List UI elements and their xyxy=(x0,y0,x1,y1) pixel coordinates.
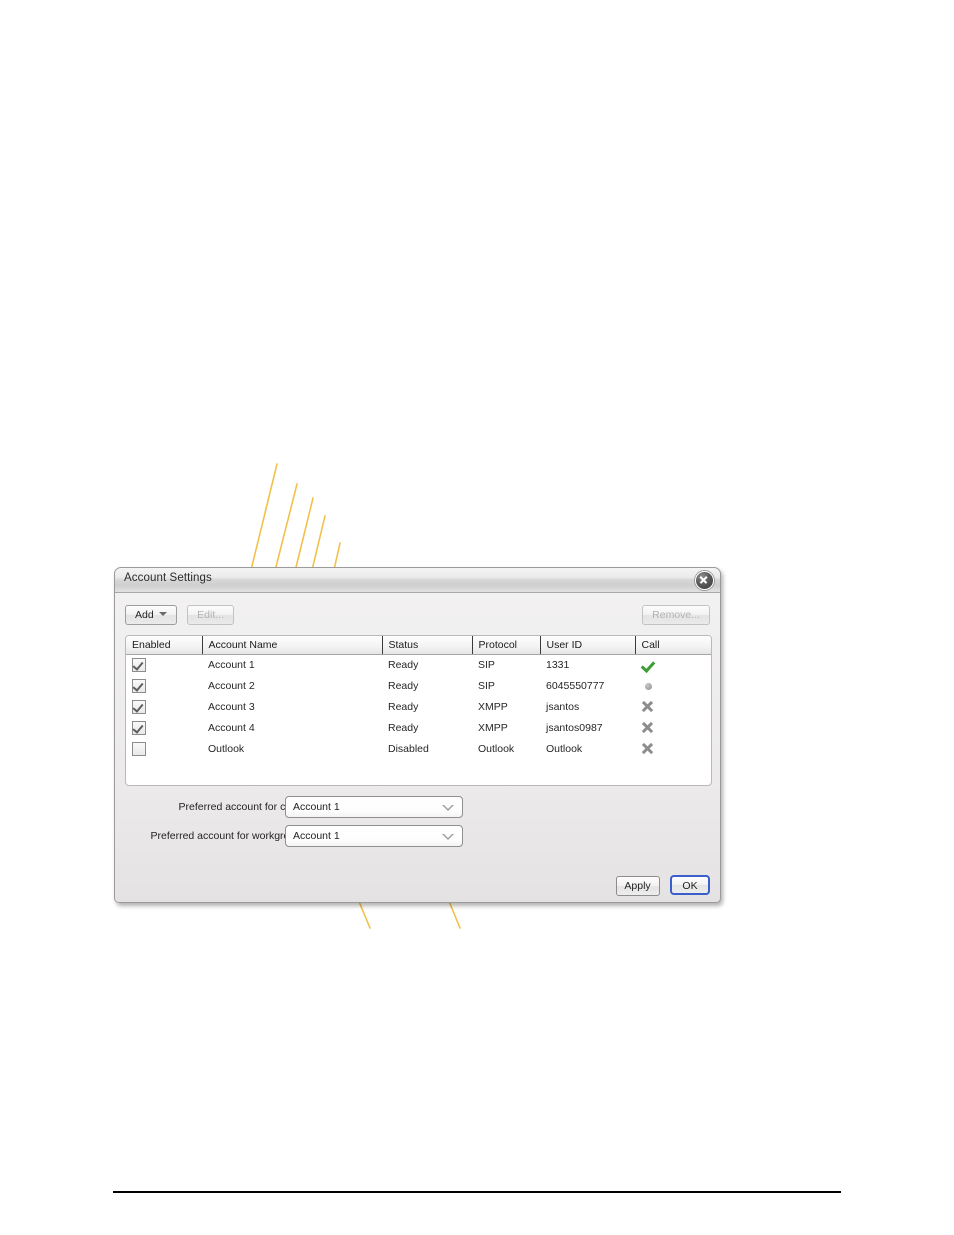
cell-protocol: SIP xyxy=(478,679,495,692)
chevron-down-icon xyxy=(442,834,454,840)
column-header-status[interactable]: Status xyxy=(382,636,473,655)
cell-account-name: Account 3 xyxy=(208,700,255,713)
dialog-body: Add Edit... Remove... Enabled Account Na… xyxy=(115,593,720,902)
preferred-account-for-calls-select[interactable]: Account 1 xyxy=(285,796,463,818)
preferred-account-for-calls-row: Preferred account for calls: Account 1 xyxy=(125,796,712,819)
dialog-footer: Apply OK xyxy=(615,875,710,896)
cell-user-id: Outlook xyxy=(546,742,583,755)
edit-button[interactable]: Edit... xyxy=(187,605,234,625)
preferred-account-for-workgroup-value: Account 1 xyxy=(293,830,340,842)
preferred-account-for-calls-value: Account 1 xyxy=(293,801,340,813)
table-row[interactable]: Outlook Disabled Outlook Outlook xyxy=(126,738,711,759)
preferred-account-for-workgroup-label: Preferred account for workgroup: xyxy=(150,830,305,842)
column-header-protocol[interactable]: Protocol xyxy=(472,636,541,655)
cell-enabled xyxy=(126,675,202,696)
ok-button[interactable]: OK xyxy=(670,875,710,895)
enabled-checkbox[interactable] xyxy=(132,657,146,672)
cell-enabled xyxy=(126,696,202,717)
enabled-checkbox[interactable] xyxy=(132,678,146,693)
cell-status: Ready xyxy=(388,700,419,713)
cell-enabled xyxy=(126,654,202,675)
cell-user-id: jsantos xyxy=(546,700,580,713)
dialog-titlebar: Account Settings xyxy=(115,568,720,593)
cell-enabled xyxy=(126,717,202,738)
cell-enabled xyxy=(126,738,202,759)
cell-status: Disabled xyxy=(388,742,429,755)
chevron-down-icon xyxy=(442,805,454,811)
add-button-label: Add xyxy=(135,609,154,621)
cell-account-name: Account 1 xyxy=(208,658,255,671)
cell-call xyxy=(635,717,711,738)
gray-x-icon[interactable] xyxy=(641,721,655,735)
column-header-call[interactable]: Call xyxy=(635,636,711,655)
table-row[interactable]: Account 3 Ready XMPP jsantos xyxy=(126,696,711,717)
cell-call xyxy=(635,738,711,759)
table-row[interactable]: Account 4 Ready XMPP jsantos0987 xyxy=(126,717,711,738)
enabled-checkbox[interactable] xyxy=(132,741,146,756)
close-icon[interactable] xyxy=(695,571,714,590)
green-check-icon[interactable] xyxy=(641,658,655,672)
preferred-account-for-workgroup-row: Preferred account for workgroup: Account… xyxy=(125,825,712,848)
accounts-table: Enabled Account Name Status Protocol Use… xyxy=(126,636,711,759)
table-header-row: Enabled Account Name Status Protocol Use… xyxy=(126,636,711,655)
preferred-account-for-workgroup-select[interactable]: Account 1 xyxy=(285,825,463,847)
apply-button[interactable]: Apply xyxy=(615,876,660,896)
cell-protocol: Outlook xyxy=(478,742,515,755)
chevron-down-icon xyxy=(158,612,167,617)
column-header-user-id[interactable]: User ID xyxy=(540,636,636,655)
cell-account-name: Account 2 xyxy=(208,679,255,692)
cell-user-id: jsantos0987 xyxy=(546,721,603,734)
gray-x-icon[interactable] xyxy=(641,742,655,756)
enabled-checkbox[interactable] xyxy=(132,720,146,735)
cell-user-id: 6045550777 xyxy=(546,679,605,692)
account-settings-dialog: Account Settings Add Edit... Remove... E… xyxy=(114,567,721,903)
gray-x-icon[interactable] xyxy=(641,700,655,714)
cell-status: Ready xyxy=(388,658,419,671)
cell-status: Ready xyxy=(388,679,419,692)
enabled-checkbox[interactable] xyxy=(132,699,146,714)
table-row[interactable]: Account 2 Ready SIP 6045550777 xyxy=(126,675,711,696)
remove-button[interactable]: Remove... xyxy=(642,605,710,625)
cell-call xyxy=(635,654,711,675)
cell-protocol: XMPP xyxy=(478,721,508,734)
gray-dot-icon[interactable] xyxy=(641,679,655,693)
column-header-enabled[interactable]: Enabled xyxy=(126,636,203,655)
cell-account-name: Outlook xyxy=(208,742,245,755)
cell-status: Ready xyxy=(388,721,419,734)
table-row[interactable]: Account 1 Ready SIP 1331 xyxy=(126,654,711,675)
column-header-account-name[interactable]: Account Name xyxy=(202,636,383,655)
cell-protocol: XMPP xyxy=(478,700,508,713)
cell-account-name: Account 4 xyxy=(208,721,255,734)
dialog-toolbar: Add Edit... Remove... xyxy=(125,605,710,626)
page-footer-rule xyxy=(113,1191,841,1193)
cell-call xyxy=(635,696,711,717)
add-button[interactable]: Add xyxy=(125,605,177,625)
preferences-section: Preferred account for calls: Account 1 P… xyxy=(125,796,712,854)
cell-user-id: 1331 xyxy=(546,658,570,671)
cell-protocol: SIP xyxy=(478,658,495,671)
accounts-listbox[interactable]: Enabled Account Name Status Protocol Use… xyxy=(125,635,712,786)
dialog-title: Account Settings xyxy=(124,572,212,584)
cell-call xyxy=(635,675,711,696)
accounts-table-body: Account 1 Ready SIP 1331 Account 2 Ready… xyxy=(126,654,711,759)
